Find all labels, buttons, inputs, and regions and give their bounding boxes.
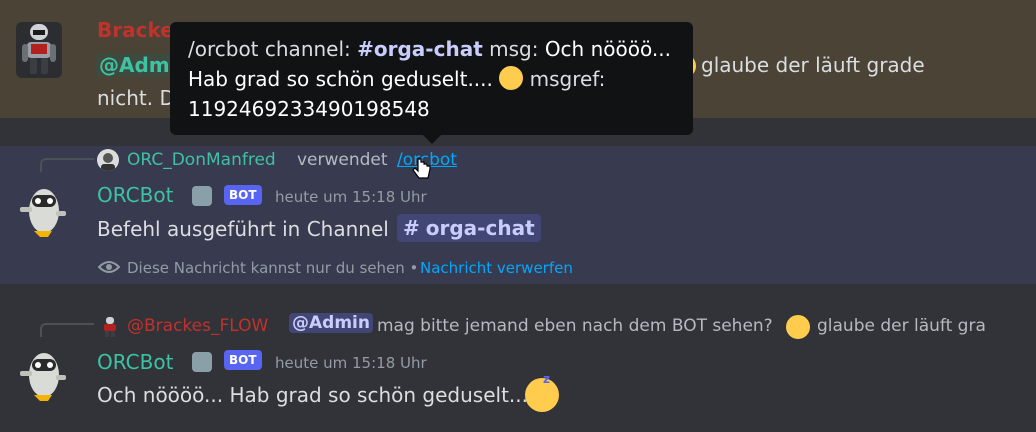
reply-used-text: verwendet: [297, 150, 388, 170]
reply-user-robot-icon: [104, 317, 116, 337]
message-author[interactable]: Bracke: [97, 18, 174, 42]
message-text: Befehl ausgeführt in Channel: [97, 217, 389, 241]
tooltip-caret: [423, 135, 441, 144]
tooltip-msgref-label: msgref:: [523, 67, 606, 91]
message-timestamp[interactable]: heute um 15:18 Uhr: [275, 188, 427, 206]
robot-emoji-icon: [192, 186, 212, 206]
bot-author-name[interactable]: ORCBot: [97, 183, 173, 207]
channel-hash-icon: #: [403, 216, 420, 240]
bot-badge: BOT: [224, 350, 262, 370]
message-timestamp[interactable]: heute um 15:18 Uhr: [275, 354, 427, 372]
tooltip-command: /orcbot channel:: [188, 37, 358, 61]
sleeping-emoji-icon: [499, 66, 524, 90]
channel-name: orga-chat: [425, 216, 535, 240]
bot-author-name[interactable]: ORCBot: [97, 350, 173, 374]
tooltip-line2-text: Hab grad so schön geduselt....: [188, 67, 500, 91]
tooltip-msg-label: msg:: [482, 37, 545, 61]
message-text: Och nöööö... Hab grad so schön geduselt.…: [97, 383, 535, 407]
pointer-hand-icon: [412, 158, 431, 179]
message-text-right: glaube der läuft grade: [701, 53, 925, 77]
halo-smile-emoji-icon: [786, 315, 810, 339]
reply-text: mag bitte jemand eben nach dem BOT sehen…: [377, 316, 773, 336]
reply-user-avatar[interactable]: [97, 149, 119, 171]
tooltip-msgref-value: 1192469233490198548: [188, 97, 430, 121]
tooltip-line-1: /orcbot channel: #orga-chat msg: Och nöö…: [188, 34, 675, 64]
orc-robot-icon: [20, 189, 66, 237]
bot-avatar[interactable]: [14, 347, 72, 403]
dismiss-message-link[interactable]: Nachricht verwerfen: [420, 259, 573, 277]
tooltip-msg-text: Och nöööö...: [544, 37, 671, 61]
tooltip-channel: #orga-chat: [357, 37, 483, 61]
channel-mention[interactable]: # orga-chat: [397, 214, 541, 242]
user-portrait-icon: [101, 153, 115, 171]
eye-icon: [98, 261, 120, 273]
ephemeral-notice: Diese Nachricht kannst nur du sehen •: [127, 259, 419, 277]
reply-connector: [40, 323, 94, 337]
orc-robot-icon: [20, 353, 66, 401]
reply-text-cut: glaube der läuft gra: [817, 316, 985, 336]
tooltip-line-2: Hab grad so schön geduselt.... msgref:: [188, 64, 675, 94]
reply-admin-mention[interactable]: @Admin: [289, 313, 373, 333]
command-tooltip: /orcbot channel: #orga-chat msg: Och nöö…: [170, 22, 693, 144]
robot-figure-icon: [22, 24, 56, 74]
message-text-line2: nicht. D: [97, 86, 175, 110]
user-avatar[interactable]: [16, 22, 62, 78]
robot-emoji-icon: [192, 352, 212, 372]
admin-mention[interactable]: @Adm: [96, 53, 173, 77]
reply-connector: [40, 158, 94, 172]
sleeping-emoji-icon: z: [525, 372, 559, 412]
bot-badge: BOT: [224, 185, 262, 205]
bot-avatar[interactable]: [14, 183, 72, 239]
reply-user-name[interactable]: ORC_DonManfred: [127, 150, 276, 170]
reply-user-name[interactable]: @Brackes_FLOW: [127, 316, 268, 336]
